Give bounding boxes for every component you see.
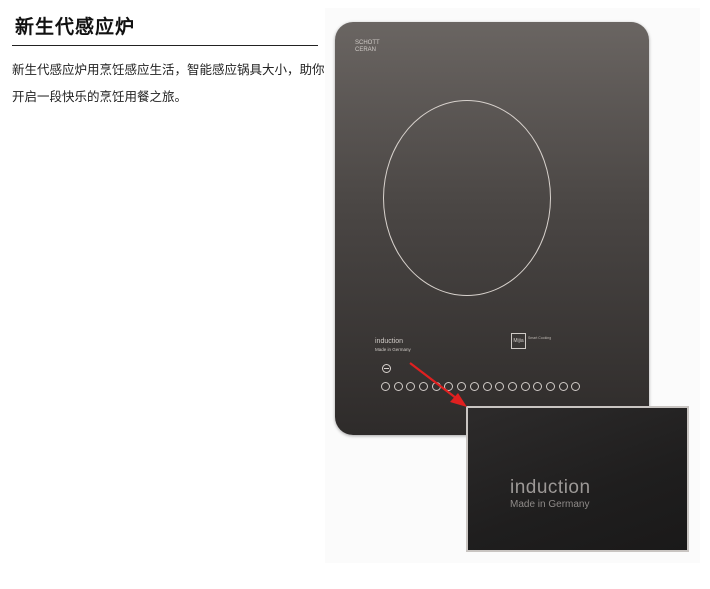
panel-label-title: induction (375, 338, 404, 345)
timer-button-icon (545, 382, 555, 391)
plus-button-icon (571, 382, 581, 391)
power-button-icon (381, 382, 390, 391)
mijia-logo: Mijia (511, 333, 526, 349)
control-button-icon (431, 382, 441, 391)
control-button-icon (507, 382, 517, 391)
page-heading: 新生代感应炉 (15, 16, 136, 38)
control-button-icon (533, 382, 543, 391)
mijia-logo-text: Smart Cooking (528, 336, 552, 340)
brand-line-1: SCHOTT (355, 40, 380, 46)
inset-title: induction (510, 477, 591, 498)
control-button-icon (482, 382, 492, 391)
zoom-inset: induction Made in Germany (466, 406, 689, 552)
brand-mark: SCHOTT CERAN (355, 40, 380, 54)
touch-control-row (381, 382, 581, 391)
control-button-icon (495, 382, 505, 391)
control-button-icon (469, 382, 479, 391)
heading-divider (12, 45, 318, 46)
description-text: 新生代感应炉用烹饪感应生活，智能感应锅具大小，助你开启一段快乐的烹饪用餐之旅。 (12, 62, 325, 104)
control-button-icon (393, 382, 403, 391)
induction-cooktop: SCHOTT CERAN induction Made in Germany M… (335, 22, 649, 435)
control-button-icon (406, 382, 416, 391)
brand-line-2: CERAN (355, 47, 377, 53)
control-button-icon (444, 382, 454, 391)
inset-subtitle: Made in Germany (510, 499, 590, 510)
lock-button-icon (382, 364, 391, 373)
panel-label-subtitle: Made in Germany (375, 347, 411, 352)
control-button-icon (419, 382, 429, 391)
cooking-zone-ring (383, 100, 551, 296)
control-button-icon (520, 382, 530, 391)
panel-label: induction Made in Germany (375, 338, 411, 354)
control-button-icon (457, 382, 467, 391)
minus-button-icon (558, 382, 568, 391)
